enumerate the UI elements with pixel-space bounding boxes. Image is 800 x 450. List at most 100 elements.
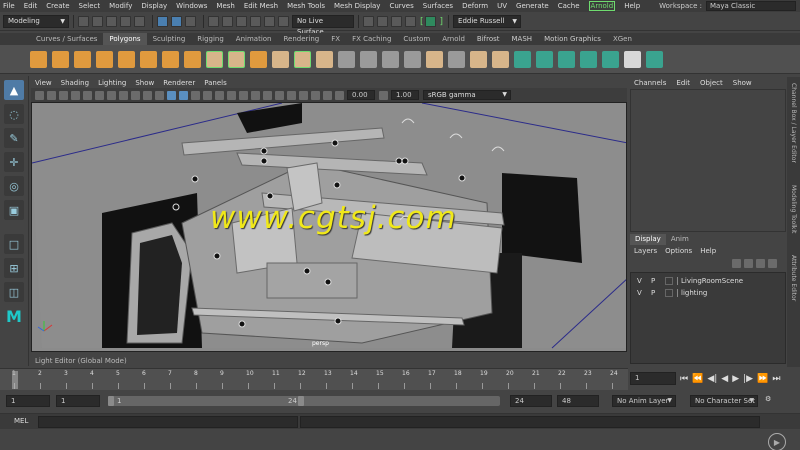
menu-deform[interactable]: Deform xyxy=(462,2,488,10)
select-component-icon[interactable] xyxy=(185,16,196,27)
render-frame-icon[interactable] xyxy=(377,16,388,27)
viewport-menu-show[interactable]: Show xyxy=(135,79,154,87)
range-slider[interactable]: 1 24 xyxy=(108,396,500,406)
move-tool-icon[interactable]: ✛ xyxy=(4,152,24,172)
xray-icon[interactable] xyxy=(299,90,308,100)
ambient-occlusion-icon[interactable] xyxy=(239,90,248,100)
playback-end-field[interactable]: 24 xyxy=(510,395,552,407)
shelf-tab-polygons[interactable]: Polygons xyxy=(103,33,147,45)
layer-menu-help[interactable]: Help xyxy=(700,247,716,255)
bridge-icon[interactable] xyxy=(382,50,399,68)
step-forward-key-icon[interactable]: ⏩ xyxy=(757,374,768,384)
go-to-end-icon[interactable]: ⏭ xyxy=(772,374,780,384)
shelf-tab-sculpting[interactable]: Sculpting xyxy=(147,33,192,45)
menu-generate[interactable]: Generate xyxy=(516,2,549,10)
layer-tab-display[interactable]: Display xyxy=(630,234,666,245)
auto-key-icon[interactable]: ⚙ xyxy=(765,395,771,403)
layer-playback-toggle[interactable]: P xyxy=(651,277,665,285)
snap-point-icon[interactable] xyxy=(236,16,247,27)
side-tab-channel-box[interactable]: Channel Box / Layer Editor xyxy=(790,83,797,163)
lasso-tool-icon[interactable]: ◌ xyxy=(4,104,24,124)
menu-modify[interactable]: Modify xyxy=(109,2,132,10)
isolate-select-icon[interactable] xyxy=(287,90,296,100)
shelf-tab-xgen[interactable]: XGen xyxy=(607,33,638,45)
smooth-shade-icon[interactable] xyxy=(179,90,188,100)
new-scene-icon[interactable] xyxy=(78,16,89,27)
save-scene-icon[interactable] xyxy=(106,16,117,27)
render-settings-icon[interactable] xyxy=(405,16,416,27)
shelf-tab-animation[interactable]: Animation xyxy=(230,33,278,45)
layer-row[interactable]: V P lighting xyxy=(631,287,785,299)
layout-single-icon[interactable]: □ xyxy=(4,234,24,254)
menu-help[interactable]: Help xyxy=(624,2,640,10)
snap-curve-icon[interactable] xyxy=(222,16,233,27)
layer-visibility-toggle[interactable]: V xyxy=(637,289,651,297)
shadows-icon[interactable] xyxy=(227,90,236,100)
target-weld-icon[interactable] xyxy=(492,50,509,68)
undo-icon[interactable] xyxy=(120,16,131,27)
poly-plane-icon[interactable] xyxy=(140,50,157,68)
select-object-icon[interactable] xyxy=(171,16,182,27)
current-time-marker[interactable] xyxy=(12,371,18,389)
poly-cube-icon[interactable] xyxy=(52,50,69,68)
animation-start-field[interactable]: 1 xyxy=(6,395,50,407)
layer-menu-layers[interactable]: Layers xyxy=(634,247,657,255)
light-editor-tab[interactable]: Light Editor (Global Mode) xyxy=(31,357,627,367)
layout-four-icon[interactable]: ⊞ xyxy=(4,258,24,278)
default-material-icon[interactable] xyxy=(191,90,200,100)
channelbox-menu-show[interactable]: Show xyxy=(733,79,752,87)
extrude-icon[interactable] xyxy=(360,50,377,68)
channelbox-menu-channels[interactable]: Channels xyxy=(634,79,666,87)
snap-grid-icon[interactable] xyxy=(208,16,219,27)
menu-uv[interactable]: UV xyxy=(497,2,507,10)
menu-arnold[interactable]: Arnold xyxy=(588,1,616,11)
animation-end-field[interactable]: 48 xyxy=(557,395,599,407)
viewport-menu-lighting[interactable]: Lighting xyxy=(98,79,126,87)
shelf-tab-rigging[interactable]: Rigging xyxy=(191,33,230,45)
poly-cone-icon[interactable] xyxy=(96,50,113,68)
layer-color-swatch[interactable] xyxy=(665,289,673,297)
bevel-icon[interactable] xyxy=(404,50,421,68)
film-gate-icon[interactable] xyxy=(95,90,104,100)
gamma-field[interactable]: 1.00 xyxy=(391,90,419,100)
multisample-icon[interactable] xyxy=(263,90,272,100)
safe-action-icon[interactable] xyxy=(143,90,152,100)
grid-icon[interactable] xyxy=(83,90,92,100)
image-plane-icon[interactable] xyxy=(71,90,80,100)
layer-playback-toggle[interactable]: P xyxy=(651,289,665,297)
redo-icon[interactable] xyxy=(134,16,145,27)
shelf-tab-fx[interactable]: FX xyxy=(325,33,346,45)
side-tab-attribute-editor[interactable]: Attribute Editor xyxy=(790,255,797,301)
field-chart-icon[interactable] xyxy=(131,90,140,100)
camera-attributes-icon[interactable] xyxy=(47,90,56,100)
playback-start-field[interactable]: 1 xyxy=(56,395,100,407)
menu-file[interactable]: File xyxy=(3,2,15,10)
shelf-tab-motion-graphics[interactable]: Motion Graphics xyxy=(538,33,607,45)
scale-tool-icon[interactable]: ▣ xyxy=(4,200,24,220)
workspace-dropdown[interactable]: Maya Classic xyxy=(706,1,796,11)
history-icon[interactable] xyxy=(363,16,374,27)
shelf-tab-fx-caching[interactable]: FX Caching xyxy=(346,33,397,45)
new-layer-icon[interactable] xyxy=(756,258,765,268)
layer-visibility-toggle[interactable]: V xyxy=(637,277,651,285)
planar-map-icon[interactable] xyxy=(514,50,531,68)
cylindrical-map-icon[interactable] xyxy=(536,50,553,68)
safe-title-icon[interactable] xyxy=(155,90,164,100)
menu-mesh-display[interactable]: Mesh Display xyxy=(334,2,380,10)
camera-select-icon[interactable] xyxy=(35,90,44,100)
uv-editor-icon[interactable] xyxy=(602,50,619,68)
poly-torus-icon[interactable] xyxy=(118,50,135,68)
menu-set-dropdown[interactable]: Modeling ▼ xyxy=(3,15,69,28)
mirror-icon[interactable] xyxy=(338,50,355,68)
character-set-dropdown[interactable]: No Character Set ▼ xyxy=(690,395,758,407)
spherical-map-icon[interactable] xyxy=(558,50,575,68)
bookmark-icon[interactable] xyxy=(59,90,68,100)
bevel-edge-icon[interactable] xyxy=(426,50,443,68)
textured-icon[interactable] xyxy=(203,90,212,100)
snap-surface-icon[interactable] xyxy=(250,16,261,27)
checker-icon[interactable] xyxy=(624,50,641,68)
fill-hole-icon[interactable] xyxy=(448,50,465,68)
poly-disc-icon[interactable] xyxy=(162,50,179,68)
poly-svg-icon[interactable] xyxy=(228,50,245,68)
cut-uv-icon[interactable] xyxy=(646,50,663,68)
